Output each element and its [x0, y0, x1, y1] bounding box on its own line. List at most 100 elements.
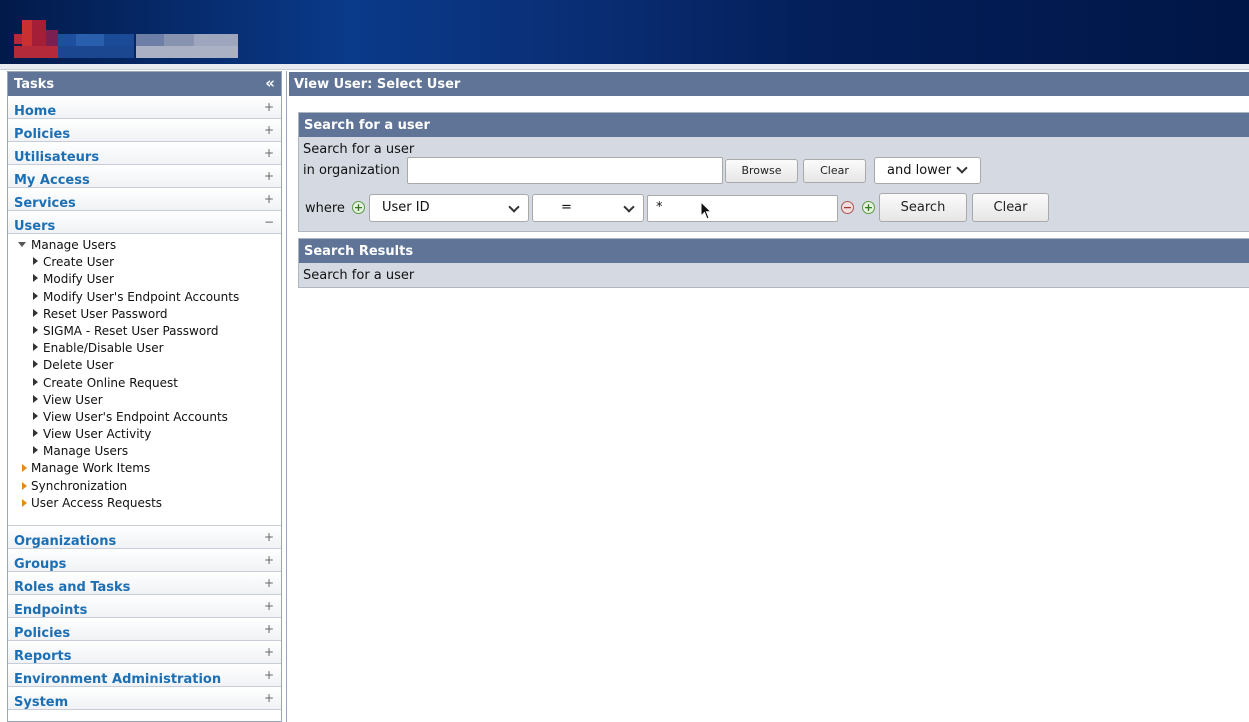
category-label: Policies — [14, 626, 71, 641]
tree-item-manage-users[interactable]: Manage Users — [8, 238, 281, 255]
sidebar-category-home[interactable]: Home + — [8, 96, 281, 119]
tree-item-modify-endpoint-accounts[interactable]: Modify User's Endpoint Accounts — [8, 290, 281, 307]
add-condition-icon[interactable]: + — [862, 201, 875, 214]
chevron-down-icon — [623, 201, 635, 213]
triangle-right-icon — [33, 394, 38, 403]
category-label: Users — [14, 219, 56, 234]
triangle-right-icon — [33, 360, 38, 369]
category-label: Endpoints — [14, 603, 88, 618]
tree-item-enable-disable-user[interactable]: Enable/Disable User — [8, 341, 281, 358]
users-task-tree: Manage Users Create User Modify User Mod… — [8, 234, 281, 526]
organization-field[interactable] — [407, 157, 723, 184]
expand-icon[interactable]: + — [264, 576, 274, 590]
tree-item-view-endpoint-accounts[interactable]: View User's Endpoint Accounts — [8, 410, 281, 427]
company-logo — [14, 20, 238, 60]
triangle-right-icon — [33, 257, 38, 266]
sidebar-category-roles-and-tasks[interactable]: Roles and Tasks + — [8, 572, 281, 595]
tree-item-manage-users-sub[interactable]: Manage Users — [8, 444, 281, 461]
sidebar-category-endpoints[interactable]: Endpoints + — [8, 595, 281, 618]
attribute-select[interactable]: User ID — [369, 194, 529, 222]
expanded-triangle-icon — [18, 242, 26, 247]
filter-value-field[interactable]: * — [647, 195, 838, 222]
collapse-sidebar-icon[interactable]: « — [265, 74, 275, 92]
expand-icon[interactable]: + — [264, 169, 274, 183]
operator-value: = — [561, 200, 572, 215]
triangle-right-icon — [33, 274, 38, 283]
chevron-down-icon — [508, 201, 520, 213]
expand-icon[interactable]: + — [264, 645, 274, 659]
expand-icon[interactable]: + — [264, 691, 274, 705]
remove-condition-icon[interactable]: − — [841, 201, 854, 214]
where-label: where — [305, 201, 345, 216]
sidebar-category-users[interactable]: Users − — [8, 211, 281, 234]
search-button[interactable]: Search — [879, 193, 967, 222]
banner-separator — [0, 64, 1249, 70]
category-label: Utilisateurs — [14, 150, 100, 165]
tree-item-view-user-activity[interactable]: View User Activity — [8, 427, 281, 444]
expand-icon[interactable]: + — [264, 553, 274, 567]
sidebar-category-environment-administration[interactable]: Environment Administration + — [8, 664, 281, 687]
browse-button[interactable]: Browse — [725, 159, 798, 183]
collapse-icon[interactable]: − — [264, 215, 274, 229]
expand-icon[interactable]: + — [264, 123, 274, 137]
chevron-down-icon — [956, 162, 968, 174]
triangle-right-icon — [33, 429, 38, 438]
tree-item-view-user[interactable]: View User — [8, 393, 281, 410]
search-results-panel: Search Results Search for a user — [298, 238, 1249, 288]
search-caption-line1: Search for a user — [303, 142, 415, 157]
search-caption-line2: in organization — [303, 163, 400, 178]
attribute-value: User ID — [382, 200, 430, 215]
sidebar-category-organizations[interactable]: Organizations + — [8, 526, 281, 549]
category-label: Environment Administration — [14, 672, 222, 687]
tree-item-create-user[interactable]: Create User — [8, 255, 281, 272]
mouse-cursor-icon — [700, 201, 713, 220]
tree-item-reset-password[interactable]: Reset User Password — [8, 307, 281, 324]
scope-select[interactable]: and lower — [874, 157, 981, 184]
tree-item-synchronization[interactable]: Synchronization — [8, 479, 281, 496]
category-label: Roles and Tasks — [14, 580, 131, 595]
expand-icon[interactable]: + — [264, 100, 274, 114]
category-label: Home — [14, 104, 57, 119]
sidebar-header: Tasks « — [8, 72, 281, 96]
expand-icon[interactable]: + — [264, 146, 274, 160]
expand-icon[interactable]: + — [264, 599, 274, 613]
expand-icon[interactable]: + — [264, 530, 274, 544]
clear-button[interactable]: Clear — [972, 193, 1049, 222]
triangle-right-icon — [33, 446, 38, 455]
sidebar-category-policies[interactable]: Policies + — [8, 119, 281, 142]
sidebar-title: Tasks — [14, 77, 55, 92]
top-banner — [0, 0, 1249, 64]
search-results-text: Search for a user — [303, 268, 415, 283]
tree-item-delete-user[interactable]: Delete User — [8, 358, 281, 375]
sidebar-category-system[interactable]: System + — [8, 687, 281, 710]
sidebar-category-policies-2[interactable]: Policies + — [8, 618, 281, 641]
search-results-title: Search Results — [299, 239, 1249, 263]
tree-item-create-online-request[interactable]: Create Online Request — [8, 376, 281, 393]
category-label: Reports — [14, 649, 72, 664]
task-sidebar: Tasks « Home + Policies + Utilisateurs + My… — [7, 71, 282, 722]
category-label: Groups — [14, 557, 67, 572]
category-label: Services — [14, 196, 76, 211]
operator-select[interactable]: = — [532, 194, 644, 222]
sidebar-category-groups[interactable]: Groups + — [8, 549, 281, 572]
add-condition-icon[interactable]: + — [352, 201, 365, 214]
tree-item-manage-work-items[interactable]: Manage Work Items — [8, 461, 281, 478]
collapsed-triangle-icon — [22, 498, 27, 507]
category-label: Organizations — [14, 534, 117, 549]
collapsed-triangle-icon — [22, 481, 27, 490]
sidebar-category-services[interactable]: Services + — [8, 188, 281, 211]
category-label: Policies — [14, 127, 71, 142]
sidebar-category-reports[interactable]: Reports + — [8, 641, 281, 664]
tree-item-user-access-requests[interactable]: User Access Requests — [8, 496, 281, 513]
clear-organization-button[interactable]: Clear — [803, 159, 866, 183]
sidebar-category-my-access[interactable]: My Access + — [8, 165, 281, 188]
sidebar-category-utilisateurs[interactable]: Utilisateurs + — [8, 142, 281, 165]
expand-icon[interactable]: + — [264, 192, 274, 206]
scope-value: and lower — [887, 163, 952, 178]
triangle-right-icon — [33, 291, 38, 300]
expand-icon[interactable]: + — [264, 668, 274, 682]
expand-icon[interactable]: + — [264, 622, 274, 636]
category-label: My Access — [14, 173, 90, 188]
tree-item-modify-user[interactable]: Modify User — [8, 272, 281, 289]
tree-item-sigma-reset-password[interactable]: SIGMA - Reset User Password — [8, 324, 281, 341]
